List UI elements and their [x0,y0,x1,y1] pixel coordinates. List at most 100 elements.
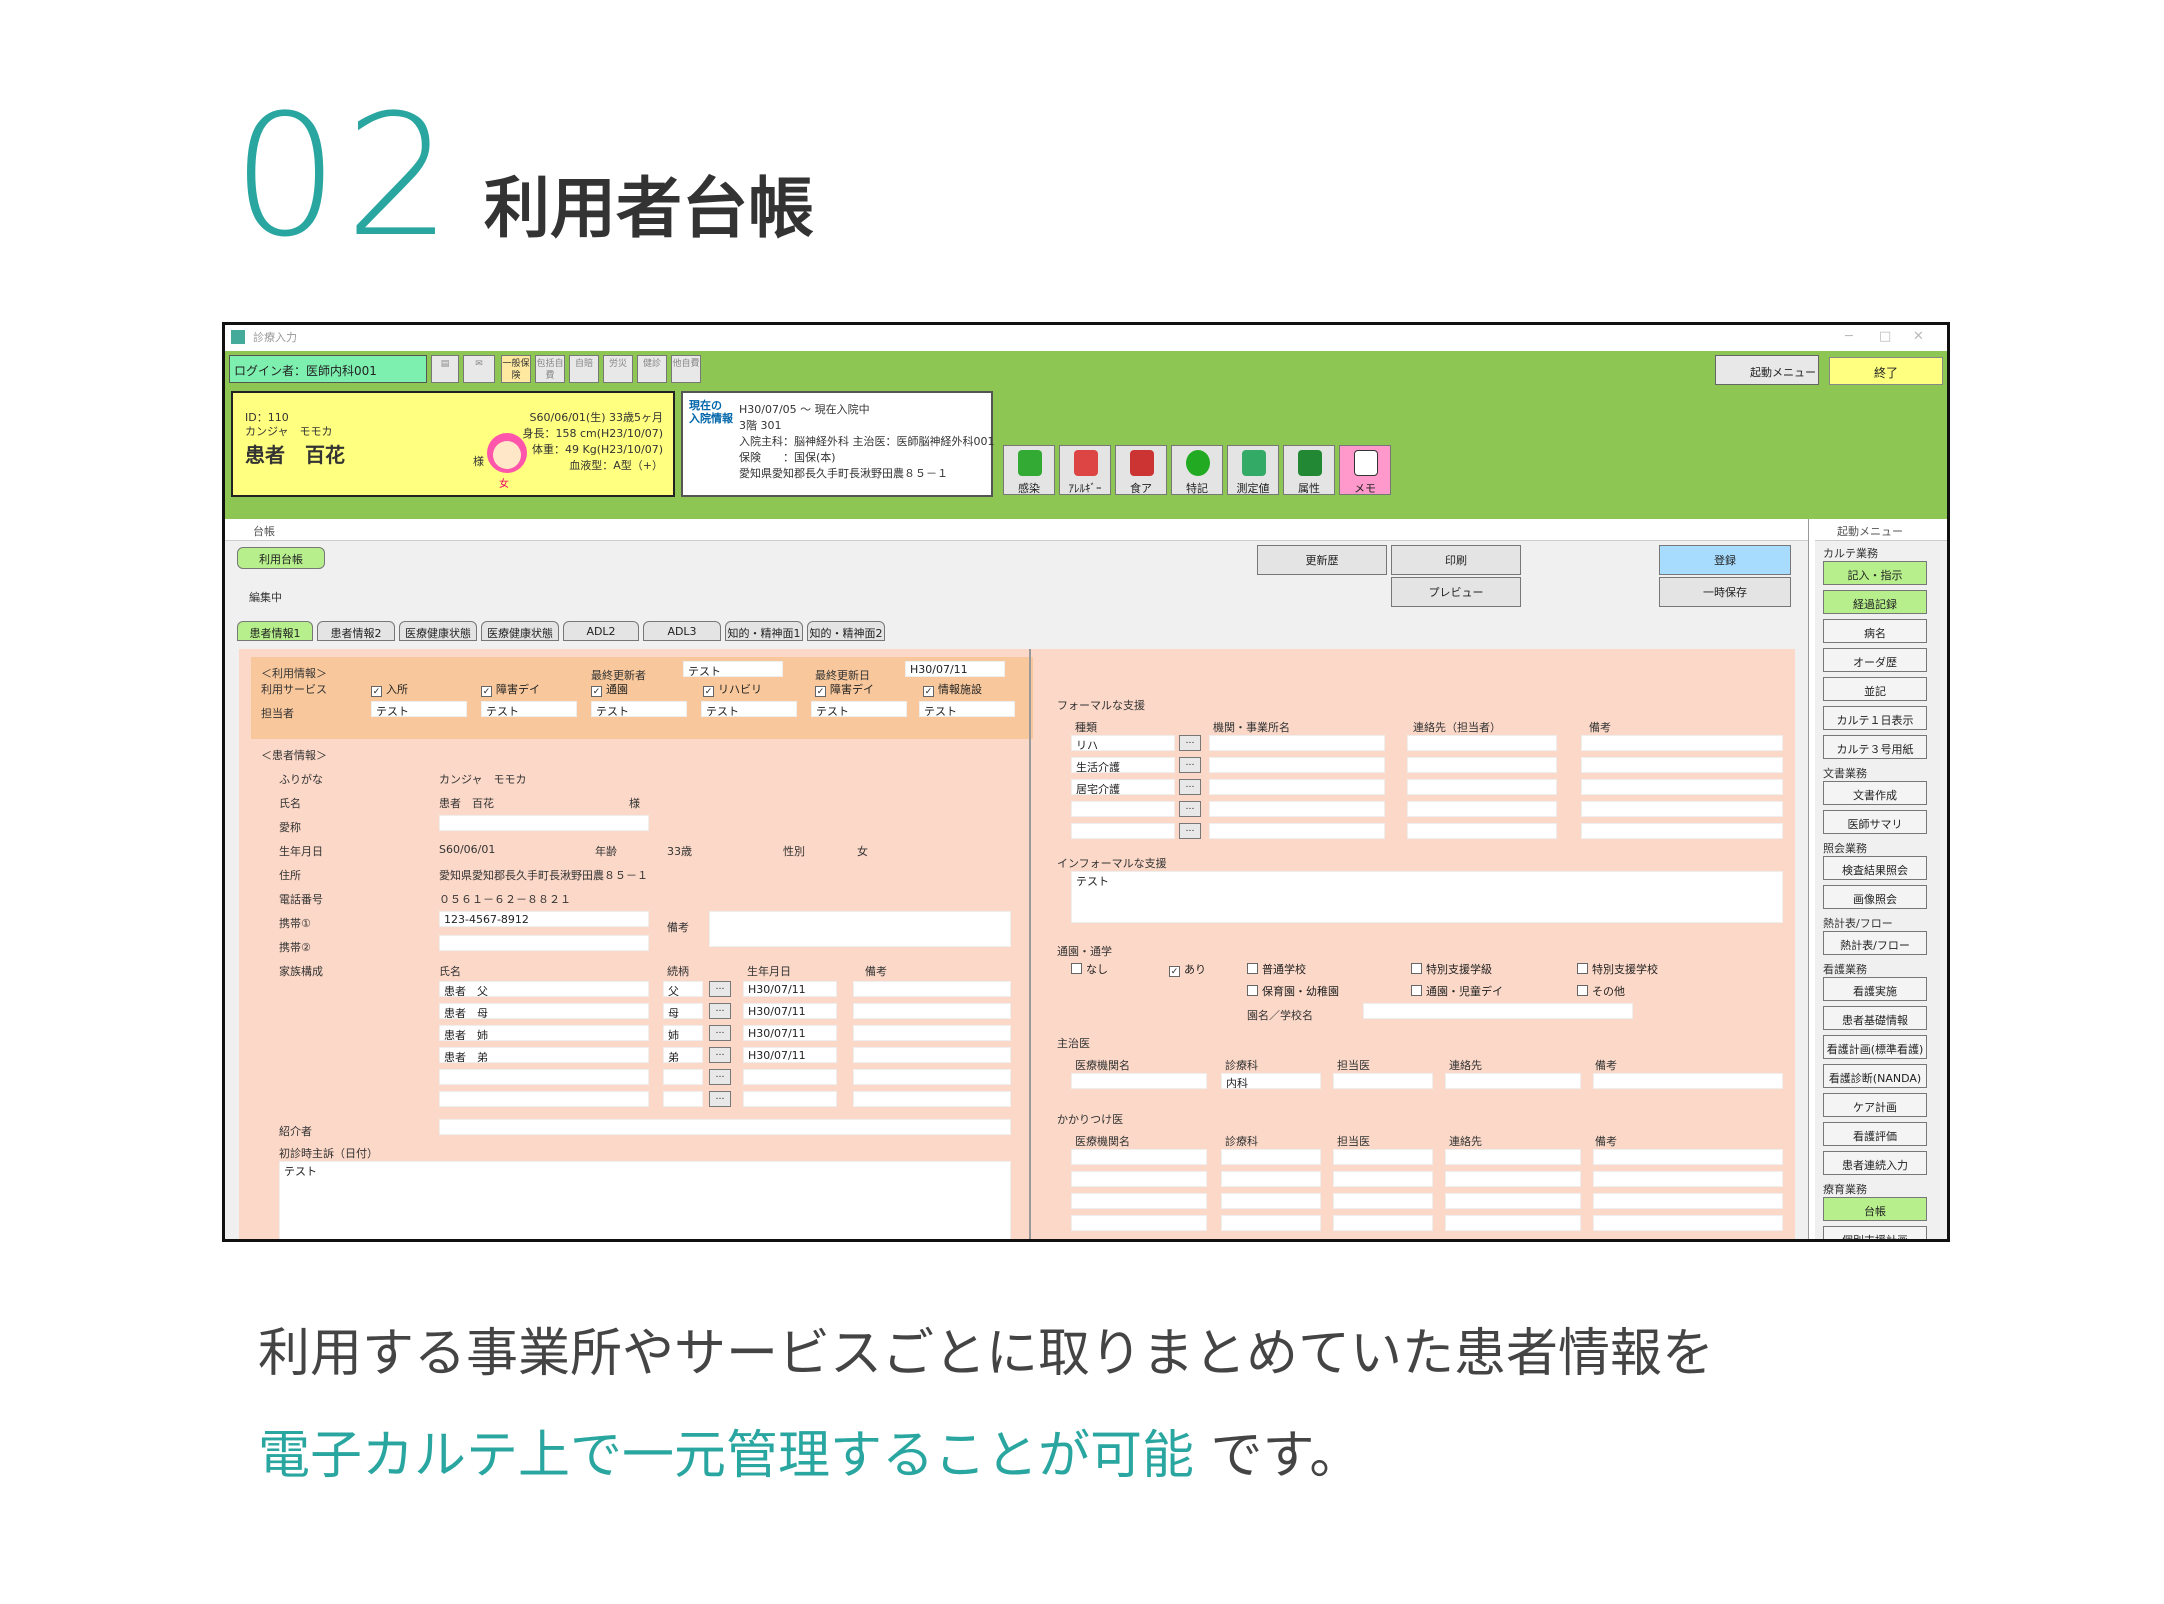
measurement-button[interactable]: 測定値 [1227,445,1279,495]
sidebar-item[interactable]: 個別支援計画 [1823,1226,1927,1239]
service-checkbox[interactable]: ✓ 情報施設 [923,681,982,697]
sidebar-item[interactable]: 台帳 [1823,1197,1927,1221]
sidebar-item[interactable]: 検査結果照会 [1823,856,1927,880]
formal-contact-field[interactable] [1407,801,1557,817]
formal-type-field[interactable]: リハ [1071,735,1175,751]
sidebar-item[interactable]: 文書作成 [1823,781,1927,805]
family-remarks-field[interactable] [853,1003,1011,1019]
remarks-field[interactable] [709,911,1011,947]
group-inquiry[interactable]: 照会業務 [1823,840,1867,856]
staff-field[interactable]: テスト [919,701,1015,717]
sidebar-item[interactable]: 並記 [1823,677,1927,701]
doctor-remarks-field[interactable] [1593,1073,1783,1089]
sidebar-item[interactable]: オーダ歴 [1823,648,1927,672]
tab-adl3[interactable]: ADL3 [643,621,721,641]
family-remarks-field[interactable] [853,981,1011,997]
end-button[interactable]: 終了 [1829,357,1943,385]
fd-physician-field[interactable] [1333,1149,1433,1165]
formal-type-field[interactable]: 生活介護 [1071,757,1175,773]
nursery-checkbox[interactable]: 保育園・幼稚園 [1247,983,1339,999]
tab-mental-1[interactable]: 知的・精神面1 [725,621,803,641]
nickname-field[interactable] [439,815,649,831]
sidebar-item[interactable]: 看護実施 [1823,977,1927,1001]
register-button[interactable]: 登録 [1659,545,1791,575]
history-button[interactable]: 更新歴 [1257,545,1387,575]
food-allergy-button[interactable]: 食ア [1115,445,1167,495]
family-dob-field[interactable]: H30/07/11 [743,1047,837,1063]
attribute-button[interactable]: 属性 [1283,445,1335,495]
referrer-field[interactable] [439,1119,1011,1135]
family-remarks-field[interactable] [853,1047,1011,1063]
tab-health-1[interactable]: 医療健康状態 [399,621,477,641]
tab-health-2[interactable]: 医療健康状態 [481,621,559,641]
fd-remarks-field[interactable] [1593,1193,1783,1209]
temp-save-button[interactable]: 一時保存 [1659,577,1791,607]
staff-field[interactable]: テスト [811,701,907,717]
group-therapy[interactable]: 療育業務 [1823,1181,1867,1197]
family-dob-field[interactable]: H30/07/11 [743,1025,837,1041]
sidebar-item[interactable]: 病名 [1823,619,1927,643]
formal-contact-field[interactable] [1407,779,1557,795]
doctor-contact-field[interactable] [1445,1073,1581,1089]
service-checkbox[interactable]: ✓ リハビリ [703,681,762,697]
other-checkbox[interactable]: その他 [1577,983,1625,999]
formal-contact-field[interactable] [1407,735,1557,751]
ellipsis-button[interactable]: … [1179,801,1201,817]
formal-remarks-field[interactable] [1581,801,1783,817]
usage-ledger-button[interactable]: 利用台帳 [237,547,325,569]
fd-dept-field[interactable] [1221,1171,1321,1187]
tab-adl2[interactable]: ADL2 [563,621,639,641]
formal-type-field[interactable] [1071,801,1175,817]
family-remarks-field[interactable] [853,1069,1011,1085]
family-remarks-field[interactable] [853,1025,1011,1041]
group-flow[interactable]: 熱計表/フロー [1823,915,1893,931]
tab-patient-info-2[interactable]: 患者情報2 [317,621,395,641]
service-checkbox[interactable]: ✓ 障害デイ [481,681,540,697]
fd-remarks-field[interactable] [1593,1171,1783,1187]
sidebar-item[interactable]: 記入・指示 [1823,561,1927,585]
doctor-org-field[interactable] [1071,1073,1207,1089]
formal-remarks-field[interactable] [1581,779,1783,795]
fd-physician-field[interactable] [1333,1193,1433,1209]
staff-field[interactable]: テスト [591,701,687,717]
staff-field[interactable]: テスト [701,701,797,717]
family-dob-field[interactable]: H30/07/11 [743,1003,837,1019]
family-relation-field[interactable]: 姉 [663,1025,703,1041]
fd-contact-field[interactable] [1445,1193,1581,1209]
formal-org-field[interactable] [1209,801,1385,817]
family-relation-field[interactable]: 父 [663,981,703,997]
fd-org-field[interactable] [1071,1149,1207,1165]
sidebar-item[interactable]: 熱計表/フロー [1823,931,1927,955]
last-update-field[interactable]: H30/07/11 [905,661,1005,677]
doctor-physician-field[interactable] [1333,1073,1433,1089]
service-checkbox[interactable]: ✓ 入所 [371,681,408,697]
mobile2-field[interactable] [439,935,649,951]
last-updater-field[interactable]: テスト [683,661,783,677]
complaint-field[interactable]: テスト [279,1161,1011,1239]
fd-contact-field[interactable] [1445,1215,1581,1231]
formal-org-field[interactable] [1209,823,1385,839]
sidebar-item[interactable]: 看護評価 [1823,1122,1927,1146]
ellipsis-button[interactable]: … [1179,823,1201,839]
informal-support-field[interactable]: テスト [1071,871,1783,923]
formal-remarks-field[interactable] [1581,757,1783,773]
preview-button[interactable]: プレビュー [1391,577,1521,607]
doctor-dept-field[interactable]: 内科 [1221,1073,1321,1089]
ellipsis-button[interactable]: … [709,1091,731,1107]
family-relation-field[interactable] [663,1091,703,1107]
family-dob-field[interactable] [743,1091,837,1107]
group-karte[interactable]: カルテ業務 [1823,545,1878,561]
fd-org-field[interactable] [1071,1171,1207,1187]
day-service-checkbox[interactable]: 通園・児童デイ [1411,983,1503,999]
regular-school-checkbox[interactable]: 普通学校 [1247,961,1306,977]
school-none-checkbox[interactable]: なし [1071,961,1108,977]
tab-mental-2[interactable]: 知的・精神面2 [807,621,885,641]
ellipsis-button[interactable]: … [709,1003,731,1019]
special-school-checkbox[interactable]: 特別支援学校 [1577,961,1658,977]
family-dob-field[interactable]: H30/07/11 [743,981,837,997]
family-relation-field[interactable] [663,1069,703,1085]
formal-remarks-field[interactable] [1581,823,1783,839]
family-relation-field[interactable]: 弟 [663,1047,703,1063]
maximize-icon[interactable]: □ [1879,329,1891,344]
fd-remarks-field[interactable] [1593,1215,1783,1231]
